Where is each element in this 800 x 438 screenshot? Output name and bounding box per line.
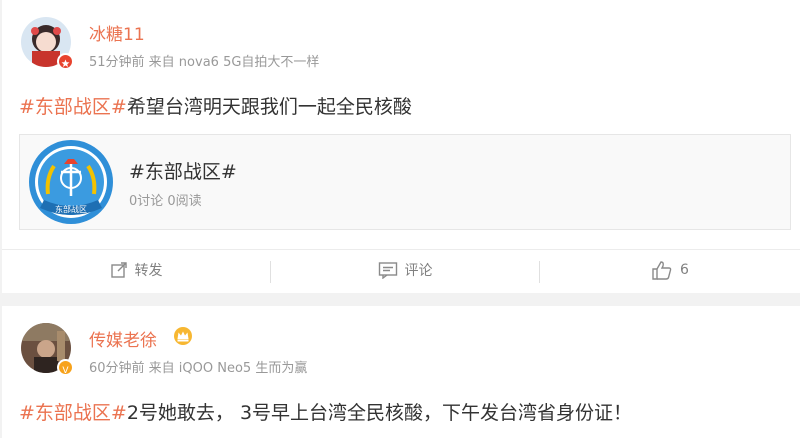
post-card: V 传媒老徐 60分钟前 来自 iQOO Neo5 生而为赢 #东部战区#2号她… xyxy=(2,306,800,438)
post-body: 2号她敢去， 3号早上台湾全民核酸，下午发台湾省身份证！ xyxy=(126,402,633,424)
comment-button[interactable]: 评论 xyxy=(271,250,539,290)
eastern-theater-logo: 东部战区 xyxy=(26,138,116,226)
topic-link[interactable]: #东部战区# xyxy=(19,96,127,118)
topic-link[interactable]: #东部战区# xyxy=(19,402,127,424)
svg-text:V: V xyxy=(62,366,69,376)
post-text: #东部战区#2号她敢去， 3号早上台湾全民核酸，下午发台湾省身份证！ xyxy=(19,398,632,425)
like-button[interactable]: 6 xyxy=(540,250,800,290)
repost-icon xyxy=(110,262,127,278)
thumbs-up-icon xyxy=(652,261,672,280)
post-meta: 51分钟前 来自 nova6 5G自拍大不一样 xyxy=(89,55,320,70)
post-card: 冰糖11 51分钟前 来自 nova6 5G自拍大不一样 #东部战区#希望台湾明… xyxy=(2,0,800,293)
topic-card[interactable]: 东部战区 #东部战区# 0讨论 0阅读 xyxy=(19,134,791,230)
like-count: 6 xyxy=(680,262,689,278)
repost-button[interactable]: 转发 xyxy=(2,250,270,290)
verified-badge-icon xyxy=(57,53,74,70)
comment-label: 评论 xyxy=(404,263,433,279)
action-bar: 转发 评论 6 xyxy=(2,249,800,290)
topic-card-stats: 0讨论 0阅读 xyxy=(129,194,202,209)
crown-badge-icon xyxy=(173,326,193,350)
post-meta: 60分钟前 来自 iQOO Neo5 生而为赢 xyxy=(89,361,308,376)
username[interactable]: 传媒老徐 xyxy=(89,326,157,351)
topic-card-title[interactable]: #东部战区# xyxy=(129,157,237,184)
post-text: #东部战区#希望台湾明天跟我们一起全民核酸 xyxy=(19,92,412,119)
username[interactable]: 冰糖11 xyxy=(89,20,145,45)
comment-icon xyxy=(378,262,397,279)
verified-badge-icon: V xyxy=(57,359,74,376)
svg-text:东部战区: 东部战区 xyxy=(55,204,87,214)
repost-label: 转发 xyxy=(134,263,163,279)
post-body: 希望台湾明天跟我们一起全民核酸 xyxy=(126,96,412,118)
